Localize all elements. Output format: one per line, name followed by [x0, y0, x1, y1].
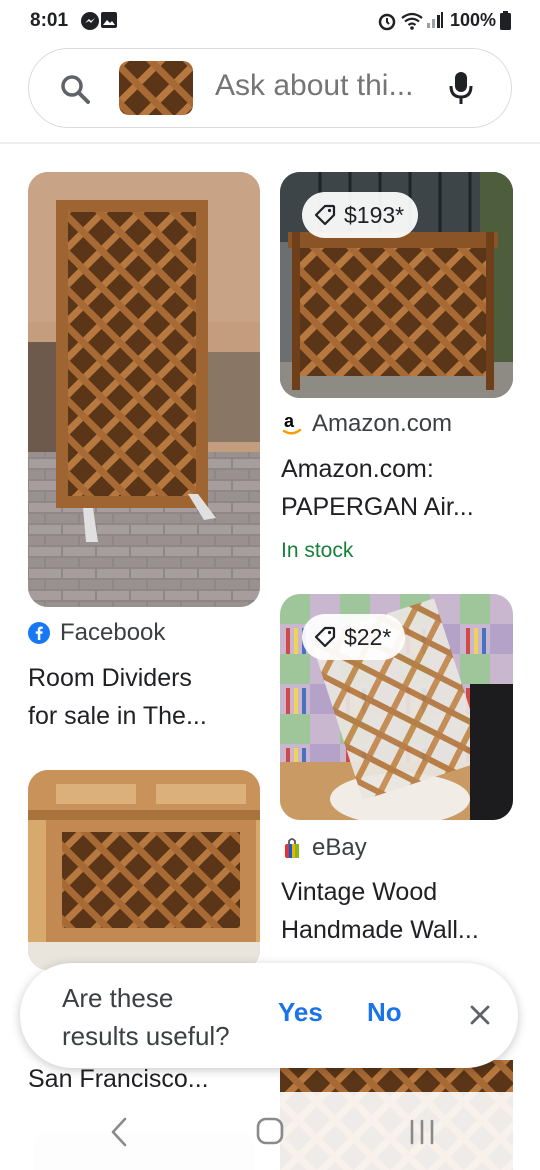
result-title-ebay[interactable]: Vintage Wood Handmade Wall... [281, 873, 513, 949]
price-chip: $193* [302, 192, 419, 238]
search-bar[interactable] [28, 48, 512, 128]
price-label: $22* [344, 623, 392, 650]
alarm-icon [378, 13, 396, 31]
battery-percent: 100% [450, 10, 497, 30]
feedback-question-line: Are these [62, 983, 174, 1013]
result-source-amazon[interactable]: a Amazon.com [282, 410, 452, 438]
result-title-amazon[interactable]: Amazon.com: PAPERGAN Air... [281, 450, 513, 526]
gallery-icon [101, 12, 117, 28]
result-source-label: Amazon.com [312, 410, 453, 437]
facebook-icon [28, 622, 50, 644]
status-bar: 8:01 100% [0, 0, 540, 42]
header-divider [0, 142, 540, 144]
result-source-label: eBay [312, 834, 367, 861]
battery-icon [500, 11, 511, 30]
mic-icon[interactable] [449, 71, 473, 105]
status-time: 8:01 [30, 10, 69, 31]
search-image-thumbnail[interactable] [119, 61, 193, 115]
price-label: $193* [344, 201, 405, 228]
result-title-line: for sale in The... [28, 702, 207, 730]
stock-status: In stock [281, 539, 354, 562]
search-input[interactable] [215, 69, 435, 103]
feedback-question-line: results useful? [62, 1021, 230, 1051]
feedback-question: Are these results useful? [62, 979, 272, 1055]
result-title-room-dividers[interactable]: Room Dividers for sale in The... [28, 659, 260, 735]
result-title-line: Amazon.com: [281, 455, 434, 483]
signal-icon [427, 12, 443, 28]
result-source-facebook[interactable]: Facebook [28, 619, 165, 647]
result-title-line: Vintage Wood [281, 878, 438, 906]
price-tag-icon [314, 204, 336, 226]
result-image-room-divider[interactable] [28, 172, 260, 607]
back-icon[interactable] [108, 1116, 130, 1148]
result-title-line: Handmade Wall... [281, 916, 479, 944]
price-tag-icon [314, 626, 336, 648]
result-source-label: Facebook [60, 619, 166, 646]
result-source-ebay[interactable]: eBay [282, 834, 367, 862]
search-icon[interactable] [59, 73, 91, 105]
amazon-icon: a [282, 412, 302, 435]
price-chip: $22* [302, 614, 406, 660]
result-title-line: PAPERGAN Air... [281, 493, 474, 521]
feedback-no-button[interactable]: No [367, 997, 402, 1028]
svg-text:a: a [284, 412, 295, 431]
result-image-amazon-lattice[interactable]: $193* [280, 172, 513, 398]
recent-apps-icon[interactable] [408, 1118, 436, 1146]
feedback-yes-button[interactable]: Yes [278, 997, 323, 1028]
system-nav-bar [0, 1092, 540, 1170]
result-title-line: Room Dividers [28, 664, 192, 692]
messenger-icon [81, 12, 99, 30]
ebay-icon [285, 838, 299, 858]
home-icon[interactable] [255, 1116, 285, 1146]
feedback-prompt: Are these results useful? Yes No [20, 963, 518, 1068]
result-image-ebay-lattice[interactable]: $22* [280, 594, 513, 820]
wifi-icon [401, 12, 423, 30]
result-image-wine-rack[interactable] [28, 770, 260, 970]
close-icon[interactable] [466, 1001, 494, 1029]
